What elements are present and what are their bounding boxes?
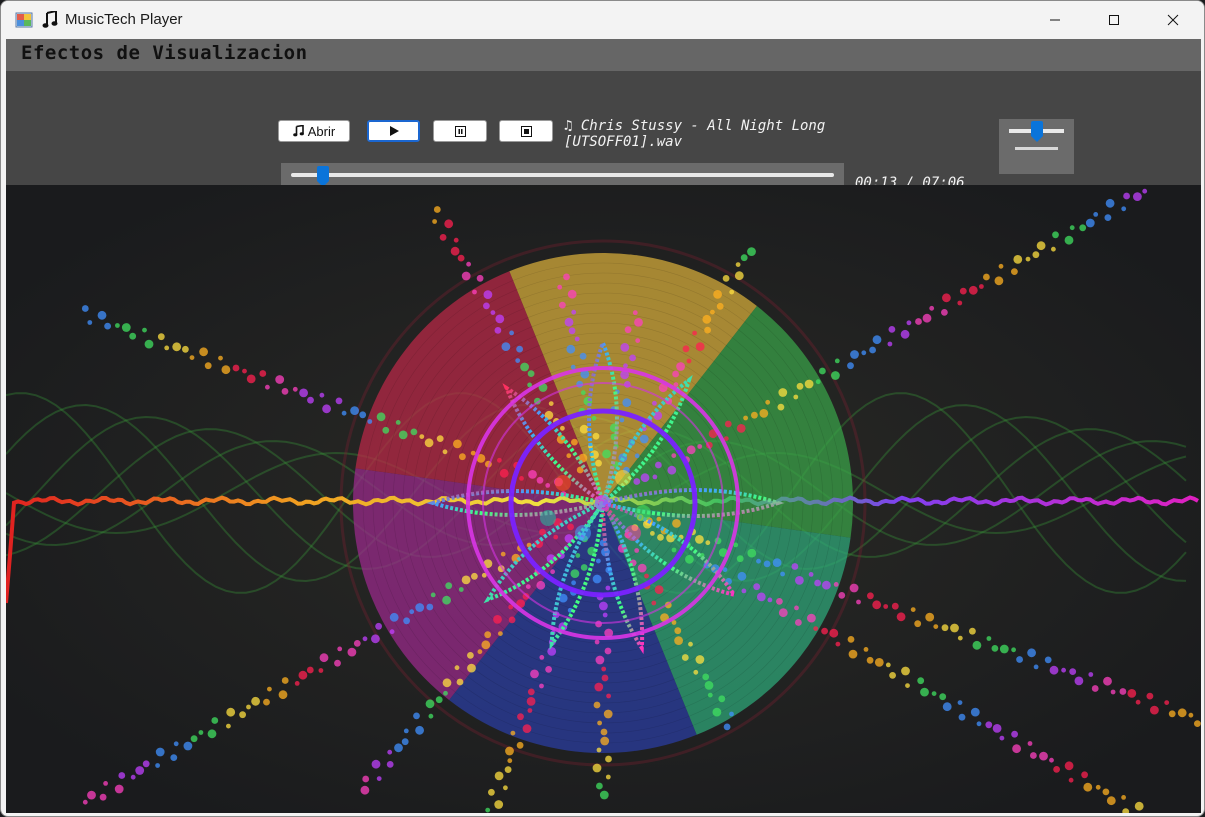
- music-note-icon: [42, 9, 58, 29]
- volume-tick-bar: [1015, 147, 1058, 150]
- minimize-icon: [1050, 19, 1060, 21]
- main-content: Efectos de Visualizacion Abrir ♫ Chris S…: [6, 39, 1201, 813]
- stop-button[interactable]: [499, 120, 553, 142]
- track-file: [UTSOFF01].wav: [564, 134, 683, 150]
- visualizer-canvas: [6, 185, 1201, 813]
- track-name: ♫ Chris Stussy - All Night Long [UTSOFF0…: [564, 118, 864, 150]
- page-title: Efectos de Visualizacion: [21, 42, 308, 64]
- maximize-icon: [1109, 15, 1119, 25]
- open-button-label: Abrir: [307, 123, 336, 139]
- volume-slider[interactable]: [999, 119, 1074, 174]
- track-title: ♫ Chris Stussy - All Night Long: [564, 118, 826, 134]
- pause-icon: [454, 125, 466, 137]
- seek-track: [291, 173, 834, 177]
- volume-thumb[interactable]: [1030, 121, 1043, 143]
- window-title: MusicTech Player: [65, 11, 183, 28]
- header-bar: Efectos de Visualizacion: [6, 39, 1201, 72]
- app-icon: [15, 11, 33, 29]
- close-button[interactable]: [1144, 1, 1202, 39]
- stop-icon: [520, 125, 532, 137]
- play-icon: [389, 126, 399, 136]
- close-icon: [1167, 14, 1179, 26]
- minimize-button[interactable]: [1026, 1, 1084, 39]
- play-button[interactable]: [367, 120, 420, 142]
- player-controls: Abrir ♫ Chris Stussy - All Night Long [U…: [6, 71, 1201, 210]
- maximize-button[interactable]: [1085, 1, 1143, 39]
- music-note-icon: [292, 125, 304, 137]
- app-window: MusicTech Player Efectos de Visualizacio…: [0, 0, 1205, 817]
- title-bar[interactable]: MusicTech Player: [1, 1, 1204, 39]
- open-button[interactable]: Abrir: [278, 120, 350, 142]
- pause-button[interactable]: [433, 120, 487, 142]
- audio-visualizer: [6, 185, 1201, 813]
